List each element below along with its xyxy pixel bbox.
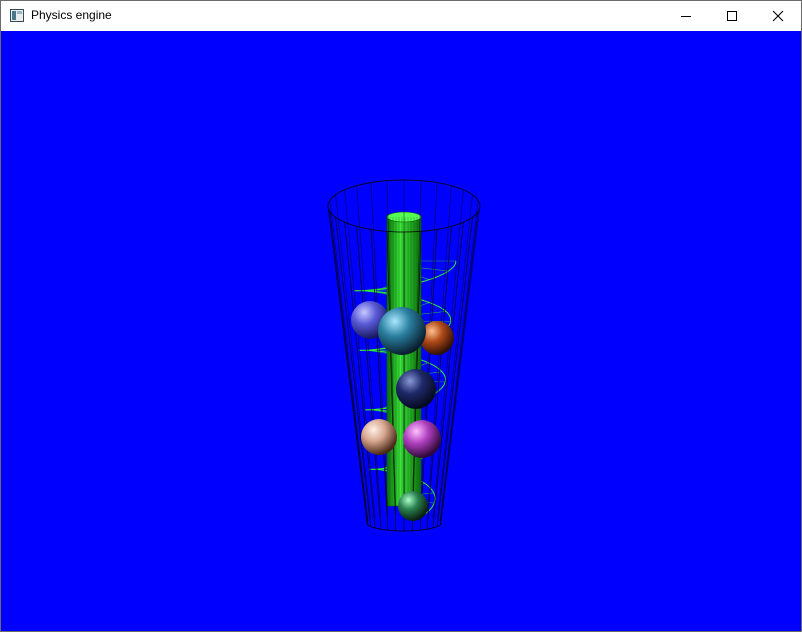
3d-viewport[interactable] — [1, 31, 801, 631]
physics-scene — [327, 179, 481, 532]
minimize-button[interactable] — [663, 1, 709, 31]
close-button[interactable] — [755, 1, 801, 31]
close-icon — [772, 10, 784, 22]
maximize-button[interactable] — [709, 1, 755, 31]
window-title: Physics engine — [31, 8, 112, 22]
window-app-icon — [10, 9, 24, 22]
app-window: Physics engine — [0, 0, 802, 632]
ball-magenta — [403, 420, 441, 458]
wireframe-cylinder — [327, 179, 481, 532]
title-bar[interactable]: Physics engine — [1, 1, 801, 31]
minimize-icon — [680, 10, 692, 22]
maximize-icon — [726, 10, 738, 22]
ball-teal — [378, 307, 426, 355]
ball-peach — [361, 419, 397, 455]
ball-navy — [396, 369, 436, 409]
ball-green — [398, 491, 428, 521]
